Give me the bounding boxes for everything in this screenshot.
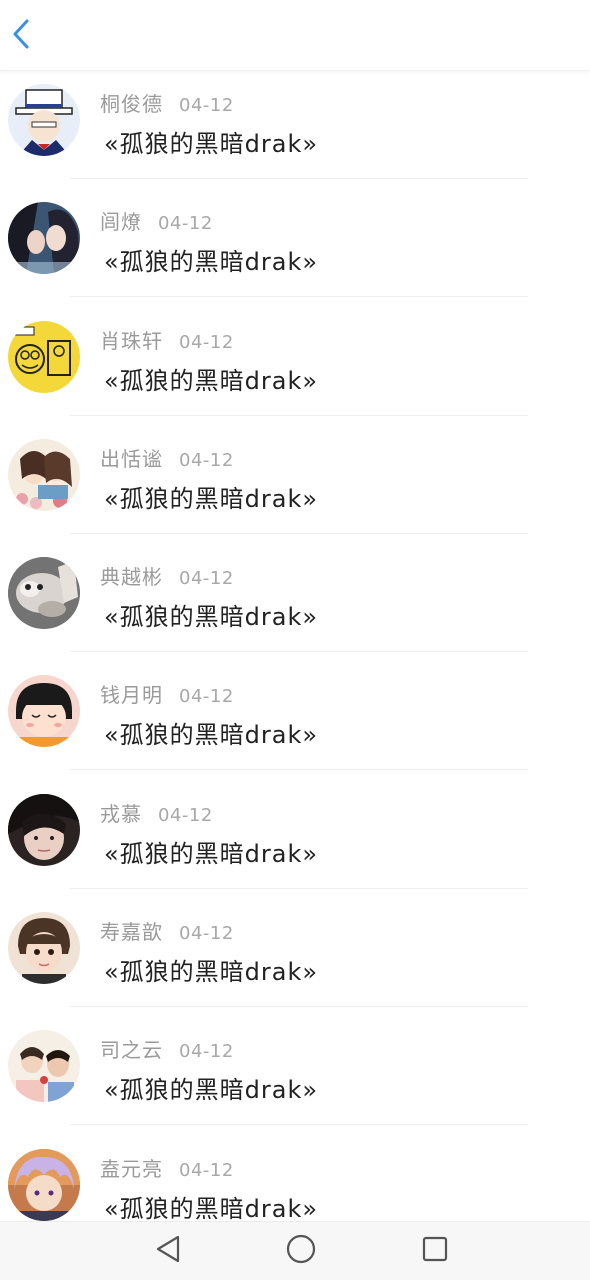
comment-date: 04-12 <box>158 213 213 235</box>
avatar[interactable] <box>8 557 80 630</box>
avatar[interactable] <box>8 320 80 393</box>
recents-square-icon <box>421 1235 449 1267</box>
home-circle-icon <box>286 1234 316 1268</box>
commenter-name: 司之云 04-12 <box>100 1034 234 1063</box>
avatar[interactable] <box>8 675 80 748</box>
list-item[interactable]: 桐俊德 04-12 «孤狼的黑暗drak» <box>0 80 590 198</box>
divider <box>70 1124 528 1126</box>
comment-title[interactable]: «孤狼的黑暗drak» <box>104 124 318 159</box>
comment-date: 04-12 <box>179 686 234 708</box>
chevron-left-icon <box>12 18 30 54</box>
divider <box>70 296 528 298</box>
avatar[interactable] <box>8 1148 80 1221</box>
commenter-name: 典越彬 04-12 <box>100 561 234 590</box>
comment-list: 桐俊德 04-12 «孤狼的黑暗drak» 闾燎 04-12 «孤狼的黑暗drak» <box>0 80 590 1263</box>
name-text: 闾燎 <box>100 210 142 235</box>
nav-back-button[interactable] <box>152 1235 184 1267</box>
comment-date: 04-12 <box>179 331 234 353</box>
divider <box>70 532 528 534</box>
list-item[interactable]: 戎慕 04-12 «孤狼的黑暗drak» <box>0 790 590 908</box>
list-item[interactable]: 钱月明 04-12 «孤狼的黑暗drak» <box>0 671 590 789</box>
name-text: 戎慕 <box>100 801 142 826</box>
name-text: 盍元亮 <box>100 1156 163 1181</box>
top-bar <box>0 0 590 71</box>
comment-date: 04-12 <box>179 923 234 945</box>
commenter-name: 肖珠轩 04-12 <box>100 325 234 354</box>
comment-date: 04-12 <box>179 449 234 471</box>
name-text: 钱月明 <box>100 683 163 708</box>
list-item[interactable]: 出恬谧 04-12 «孤狼的黑暗drak» <box>0 435 590 553</box>
divider <box>70 887 528 889</box>
comment-title[interactable]: «孤狼的黑暗drak» <box>104 715 318 750</box>
list-item[interactable]: 肖珠轩 04-12 «孤狼的黑暗drak» <box>0 317 590 435</box>
name-text: 典越彬 <box>100 565 163 590</box>
name-text: 寿嘉歆 <box>100 920 163 945</box>
divider <box>70 414 528 416</box>
list-item[interactable]: 典越彬 04-12 «孤狼的黑暗drak» <box>0 553 590 671</box>
comment-title[interactable]: «孤狼的黑暗drak» <box>104 597 318 632</box>
comment-title[interactable]: «孤狼的黑暗drak» <box>104 479 318 514</box>
back-triangle-icon <box>154 1234 182 1268</box>
commenter-name: 戎慕 04-12 <box>100 798 213 827</box>
list-item[interactable]: 寿嘉歆 04-12 «孤狼的黑暗drak» <box>0 908 590 1026</box>
comment-title[interactable]: «孤狼的黑暗drak» <box>104 1070 318 1105</box>
comment-title[interactable]: «孤狼的黑暗drak» <box>104 834 318 869</box>
comment-title[interactable]: «孤狼的黑暗drak» <box>104 242 318 277</box>
list-item[interactable]: 闾燎 04-12 «孤狼的黑暗drak» <box>0 198 590 316</box>
commenter-name: 闾燎 04-12 <box>100 206 213 235</box>
comment-title[interactable]: «孤狼的黑暗drak» <box>104 1189 318 1224</box>
avatar[interactable] <box>8 202 80 275</box>
divider <box>70 1006 528 1008</box>
comment-date: 04-12 <box>179 1159 234 1181</box>
nav-home-button[interactable] <box>285 1234 317 1268</box>
name-text: 出恬谧 <box>100 446 163 471</box>
divider <box>70 178 528 179</box>
commenter-name: 桐俊德 04-12 <box>100 88 234 117</box>
comment-title[interactable]: «孤狼的黑暗drak» <box>104 952 318 987</box>
comment-date: 04-12 <box>179 95 234 116</box>
back-button[interactable] <box>6 16 36 56</box>
commenter-name: 钱月明 04-12 <box>100 679 234 708</box>
commenter-name: 出恬谧 04-12 <box>100 443 234 472</box>
list-item[interactable]: 司之云 04-12 «孤狼的黑暗drak» <box>0 1026 590 1144</box>
comment-title[interactable]: «孤狼的黑暗drak» <box>104 361 318 396</box>
app-screen: 桐俊德 04-12 «孤狼的黑暗drak» 闾燎 04-12 «孤狼的黑暗drak» <box>0 0 590 1280</box>
comment-date: 04-12 <box>158 804 213 826</box>
divider <box>70 651 528 653</box>
name-text: 肖珠轩 <box>100 328 163 353</box>
nav-recents-button[interactable] <box>419 1235 451 1267</box>
comment-date: 04-12 <box>179 568 234 590</box>
avatar[interactable] <box>8 793 80 866</box>
system-nav-bar <box>0 1221 590 1280</box>
avatar[interactable] <box>8 84 80 156</box>
avatar[interactable] <box>8 1030 80 1103</box>
commenter-name: 盍元亮 04-12 <box>100 1153 234 1182</box>
name-text: 司之云 <box>100 1038 163 1063</box>
commenter-name: 寿嘉歆 04-12 <box>100 916 234 945</box>
avatar[interactable] <box>8 438 80 511</box>
comment-date: 04-12 <box>179 1041 234 1063</box>
divider <box>70 769 528 771</box>
name-text: 桐俊德 <box>100 92 163 116</box>
avatar[interactable] <box>8 912 80 985</box>
